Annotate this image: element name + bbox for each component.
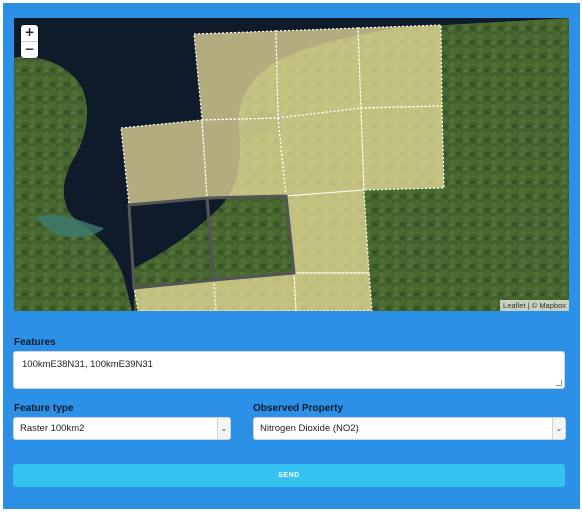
grid-tile[interactable]	[120, 119, 208, 206]
grid-tile[interactable]	[285, 189, 370, 274]
attribution-separator: | ©	[525, 301, 540, 310]
grid-tile[interactable]	[293, 272, 373, 311]
grid-tile[interactable]	[360, 105, 445, 191]
resize-handle-icon[interactable]	[556, 380, 562, 386]
grid-tile[interactable]	[193, 30, 279, 121]
feature-type-label: Feature type	[14, 403, 74, 414]
mapbox-link[interactable]: Mapbox	[539, 301, 566, 310]
zoom-out-button[interactable]: −	[21, 42, 38, 58]
map-view[interactable]: + − Leaflet | © Mapbox	[14, 18, 569, 311]
feature-type-select[interactable]: Raster 100km2 ⌄	[13, 417, 231, 440]
chevron-down-icon[interactable]: ⌄	[217, 418, 230, 439]
zoom-in-button[interactable]: +	[21, 25, 38, 42]
observed-property-value: Nitrogen Dioxide (NO2)	[260, 423, 359, 434]
send-button[interactable]: SEND	[13, 464, 565, 487]
grid-tile[interactable]	[201, 117, 287, 199]
features-value: 100kmE38N31, 100kmE39N31	[22, 359, 153, 370]
chevron-down-icon[interactable]: ⌄	[552, 418, 565, 439]
features-textarea[interactable]: 100kmE38N31, 100kmE39N31	[13, 351, 565, 389]
features-label: Features	[14, 337, 56, 348]
observed-property-select[interactable]: Nitrogen Dioxide (NO2) ⌄	[253, 417, 566, 440]
map-attribution: Leaflet | © Mapbox	[500, 300, 569, 311]
feature-type-value: Raster 100km2	[20, 423, 85, 434]
leaflet-link[interactable]: Leaflet	[503, 301, 526, 310]
grid-tile[interactable]	[277, 107, 365, 197]
satellite-basemap[interactable]	[14, 18, 569, 311]
grid-tile[interactable]	[275, 27, 362, 119]
zoom-control: + −	[21, 25, 38, 58]
observed-property-label: Observed Property	[253, 403, 344, 414]
grid-tile[interactable]	[357, 24, 443, 109]
app-panel: + − Leaflet | © Mapbox Features 100kmE38…	[3, 3, 580, 509]
